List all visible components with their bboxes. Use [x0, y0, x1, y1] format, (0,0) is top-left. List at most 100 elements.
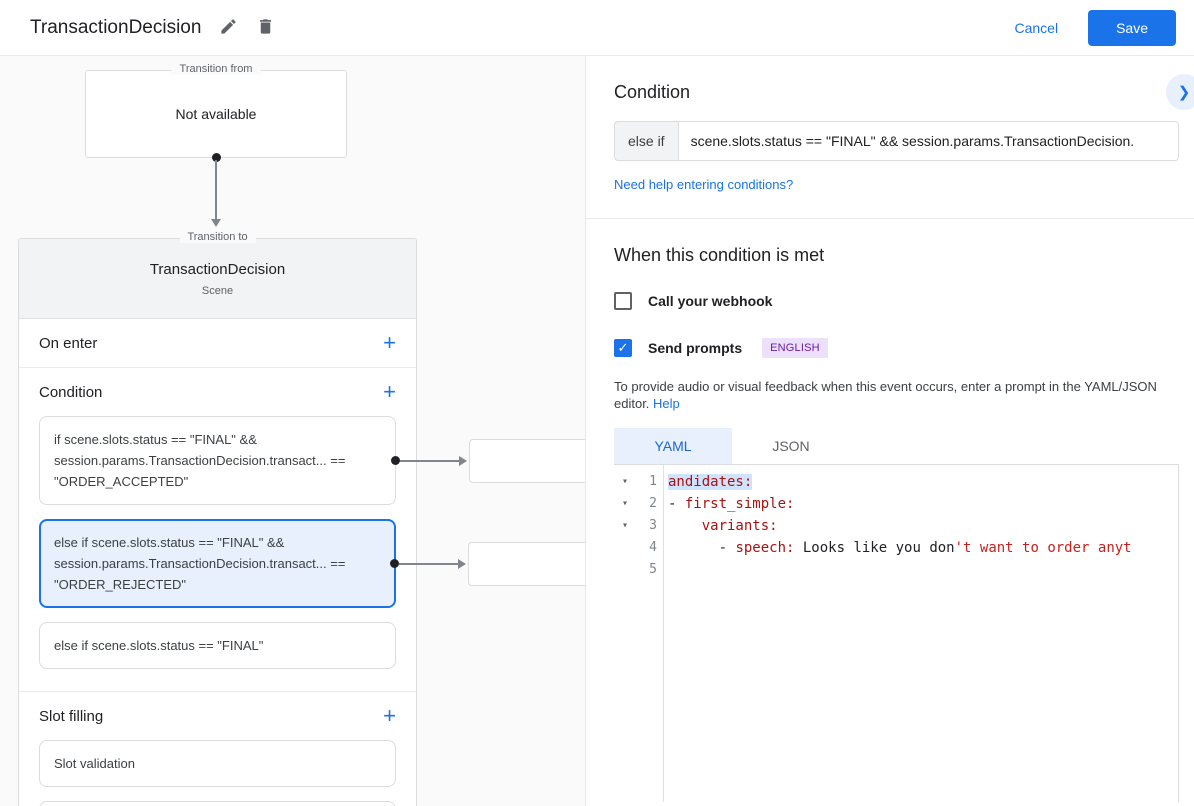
panel-title: Condition [614, 82, 691, 102]
transition-from-value: Not available [175, 106, 257, 122]
scene-subtitle: Scene [201, 284, 234, 297]
condition-editor-section: Condition ❯ else if Need help entering c… [586, 56, 1194, 219]
condition-card-1-text: if scene.slots.status == "FINAL" && sess… [54, 432, 346, 489]
slot-validation-card[interactable]: Slot validation [39, 740, 396, 787]
fold-toggle-icon[interactable]: ▾ [614, 493, 636, 515]
condition-section-header: Condition + [19, 368, 416, 416]
condition-2-out-dot [390, 559, 399, 568]
chevron-right-icon: ❯ [1177, 84, 1191, 101]
condition-card-2[interactable]: else if scene.slots.status == "FINAL" &&… [39, 519, 585, 608]
line-number: 1 [649, 474, 657, 489]
gutter-row: ▾ 2 [614, 493, 663, 515]
header: TransactionDecision Cancel Save [0, 0, 1194, 56]
send-prompts-checkbox[interactable]: ✓ [614, 339, 632, 357]
connector-arrowhead-icon [211, 219, 221, 227]
language-badge: ENGLISH [762, 338, 828, 358]
fold-toggle-icon[interactable]: ▾ [614, 471, 636, 493]
scene-title: TransactionDecision [149, 260, 286, 278]
send-prompts-label: Send prompts [648, 340, 743, 356]
scene-editor-page: TransactionDecision Cancel Save Transiti… [0, 0, 1194, 806]
condition-1-out-dot [391, 456, 400, 465]
delete-scene-button[interactable] [256, 17, 275, 39]
tab-yaml[interactable]: YAML [614, 428, 732, 464]
transition-to-label: Transition to [179, 231, 256, 243]
when-met-section: When this condition is met Call your web… [586, 219, 1194, 802]
condition-expression-input[interactable] [677, 121, 1179, 161]
add-condition-button[interactable]: + [383, 381, 396, 403]
webhook-row: Call your webhook [614, 292, 1179, 310]
slot-filling-section: Slot filling + Slot validation [19, 692, 416, 806]
condition-card-3[interactable]: else if scene.slots.status == "FINAL" [39, 622, 396, 669]
fold-toggle-icon[interactable]: ▾ [614, 515, 636, 537]
save-button[interactable]: Save [1088, 9, 1176, 46]
transition-from-node[interactable]: Transition from Not available [85, 63, 347, 158]
prompts-description: To provide audio or visual feedback when… [614, 378, 1172, 412]
partially-visible-card[interactable] [39, 801, 396, 806]
code-line-4: - speech: Looks like you don't want to o… [668, 537, 1178, 559]
code-line-3: variants: [668, 515, 1178, 537]
condition-1-out-line [400, 459, 459, 462]
gutter-row: ▾ 3 [614, 515, 663, 537]
slot-validation-text: Slot validation [54, 756, 135, 771]
page-title: TransactionDecision [30, 16, 202, 38]
help-link[interactable]: Help [653, 396, 680, 411]
on-enter-label: On enter [39, 334, 98, 352]
tab-json[interactable]: JSON [732, 428, 850, 464]
code-token: - [668, 496, 685, 512]
code-token: - [668, 540, 736, 556]
scene-card-header[interactable]: TransactionDecision Scene [19, 239, 416, 319]
condition-2-out-line [399, 562, 458, 565]
condition-section-label: Condition [39, 383, 103, 401]
condition-section: Condition + if scene.slots.status == "FI… [19, 368, 585, 692]
editor-gutter: ▾ 1 ▾ 2 ▾ 3 4 5 [614, 465, 664, 802]
gutter-row: 5 [614, 559, 663, 581]
condition-card-2-text: else if scene.slots.status == "FINAL" &&… [54, 535, 346, 592]
on-enter-section: On enter + [19, 319, 416, 368]
add-on-enter-button[interactable]: + [383, 332, 396, 354]
condition-help-link[interactable]: Need help entering conditions? [614, 177, 793, 192]
code-line-1: andidates: [668, 471, 1178, 493]
transition-from-label: Transition from [171, 63, 261, 75]
condition-input-row: else if [614, 121, 1179, 161]
webhook-checkbox[interactable] [614, 292, 632, 310]
line-number: 2 [649, 496, 657, 511]
check-icon: ✓ [617, 340, 629, 355]
condition-1-target-node[interactable] [469, 438, 585, 483]
condition-2-arrowhead-icon [458, 558, 466, 569]
code-editor: ▾ 1 ▾ 2 ▾ 3 4 5 andidates: - first_simpl… [614, 464, 1179, 802]
condition-detail-panel: Condition ❯ else if Need help entering c… [585, 56, 1194, 806]
code-token: Looks like you don [794, 540, 955, 556]
gutter-row: ▾ 1 [614, 471, 663, 493]
edit-title-button[interactable] [219, 17, 238, 39]
trash-icon [256, 17, 275, 39]
line-number: 4 [649, 540, 657, 555]
connector-line [215, 160, 217, 220]
condition-1-arrowhead-icon [459, 455, 467, 466]
code-token: andidates: [668, 474, 753, 490]
cancel-button[interactable]: Cancel [1014, 20, 1058, 36]
line-number: 5 [649, 562, 657, 577]
add-slot-button[interactable]: + [383, 705, 396, 727]
collapse-panel-button[interactable]: ❯ [1166, 74, 1194, 110]
scene-canvas: Transition from Not available Transition… [0, 56, 585, 806]
slot-filling-section-header: Slot filling + [19, 692, 416, 740]
pencil-icon [219, 17, 238, 39]
code-token: variants: [701, 518, 778, 534]
editor-tabs: YAML JSON [614, 428, 1179, 464]
condition-card-1[interactable]: if scene.slots.status == "FINAL" && sess… [39, 416, 585, 505]
code-token: first_simple: [684, 496, 795, 512]
code-token: speech: [735, 540, 795, 556]
transition-to-node: Transition to TransactionDecision Scene … [18, 231, 585, 806]
slot-filling-label: Slot filling [39, 707, 104, 725]
gutter-row: 4 [614, 537, 663, 559]
when-met-title: When this condition is met [614, 245, 825, 265]
send-prompts-row: ✓ Send prompts ENGLISH [614, 338, 1179, 358]
code-area[interactable]: andidates: - first_simple: variants: - s… [664, 465, 1178, 802]
condition-prefix-chip: else if [614, 121, 678, 161]
code-line-2: - first_simple: [668, 493, 1178, 515]
webhook-label: Call your webhook [648, 293, 773, 309]
code-token: 't want to order anyt [954, 540, 1132, 556]
condition-2-target-node[interactable] [468, 541, 585, 586]
